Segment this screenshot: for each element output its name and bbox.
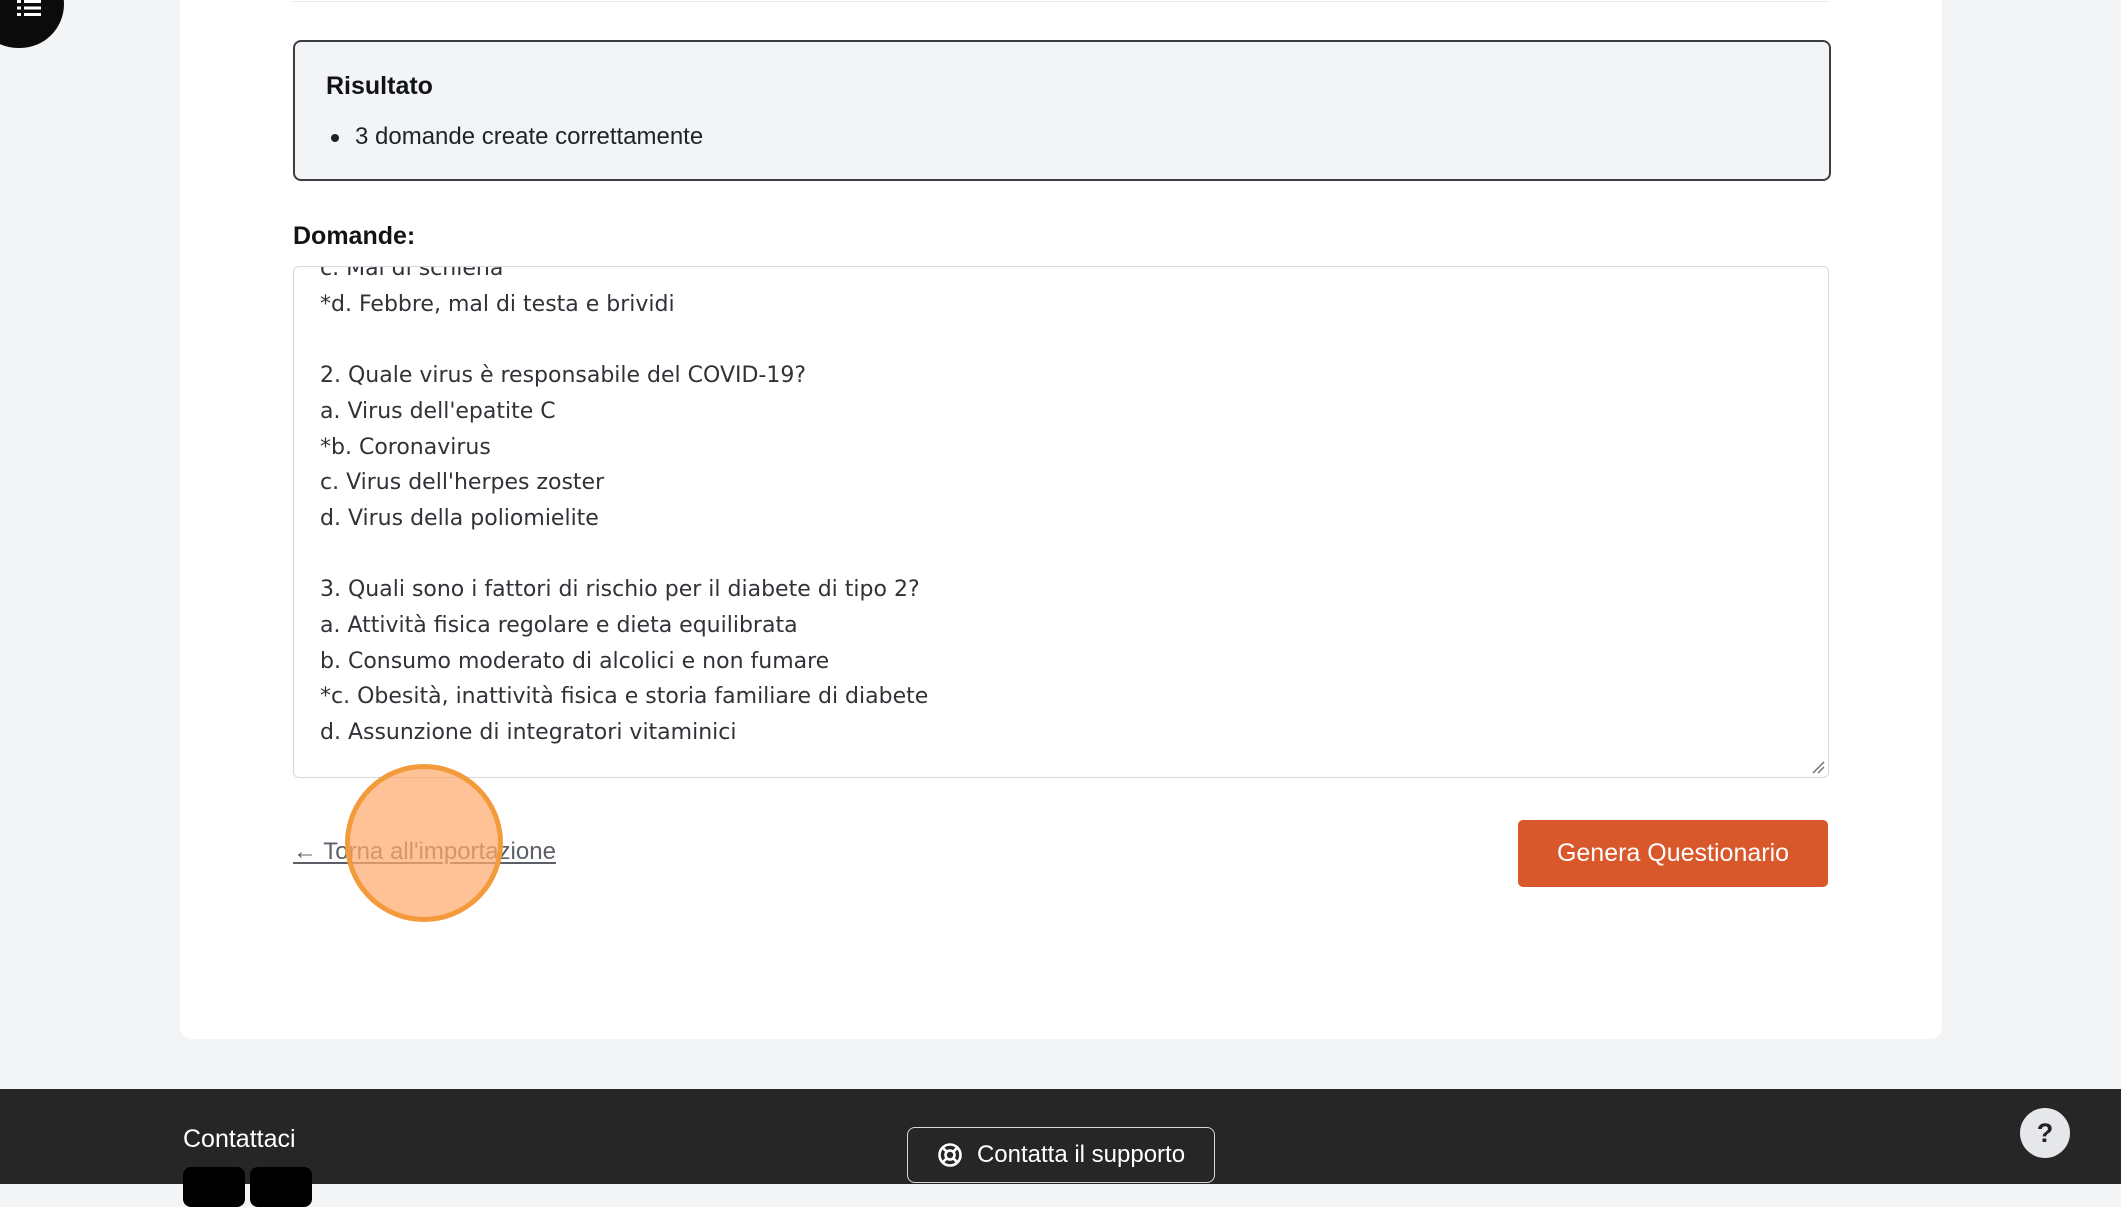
lifebuoy-icon bbox=[938, 1143, 962, 1167]
contact-support-label: Contatta il supporto bbox=[976, 1141, 1186, 1168]
social-link-2[interactable] bbox=[250, 1167, 312, 1207]
section-divider bbox=[293, 1, 1829, 2]
questions-label: Domande: bbox=[293, 222, 416, 250]
footer: Contattaci Contatta il supporto bbox=[0, 1089, 2121, 1207]
result-item: 3 domande create correttamente bbox=[331, 122, 703, 152]
result-panel: Risultato 3 domande create correttamente bbox=[293, 40, 1831, 181]
menu-toggle-button[interactable] bbox=[0, 0, 64, 48]
result-title: Risultato bbox=[326, 72, 433, 100]
back-to-import-link[interactable]: ← Torna all'importazione bbox=[293, 838, 556, 866]
generate-questionnaire-button[interactable]: Genera Questionario bbox=[1518, 820, 1828, 887]
resize-handle-icon[interactable] bbox=[1809, 758, 1825, 774]
result-list: 3 domande create correttamente bbox=[331, 122, 703, 152]
footer-contact-heading: Contattaci bbox=[183, 1125, 296, 1153]
questions-textarea[interactable]: c. Mal di schiena *d. Febbre, mal di tes… bbox=[293, 266, 1829, 778]
contact-support-button[interactable]: Contatta il supporto bbox=[907, 1127, 1215, 1183]
help-button[interactable]: ? bbox=[2020, 1108, 2070, 1158]
list-icon bbox=[17, 0, 41, 16]
social-link-1[interactable] bbox=[183, 1167, 245, 1207]
questions-text[interactable]: c. Mal di schiena *d. Febbre, mal di tes… bbox=[320, 267, 928, 751]
